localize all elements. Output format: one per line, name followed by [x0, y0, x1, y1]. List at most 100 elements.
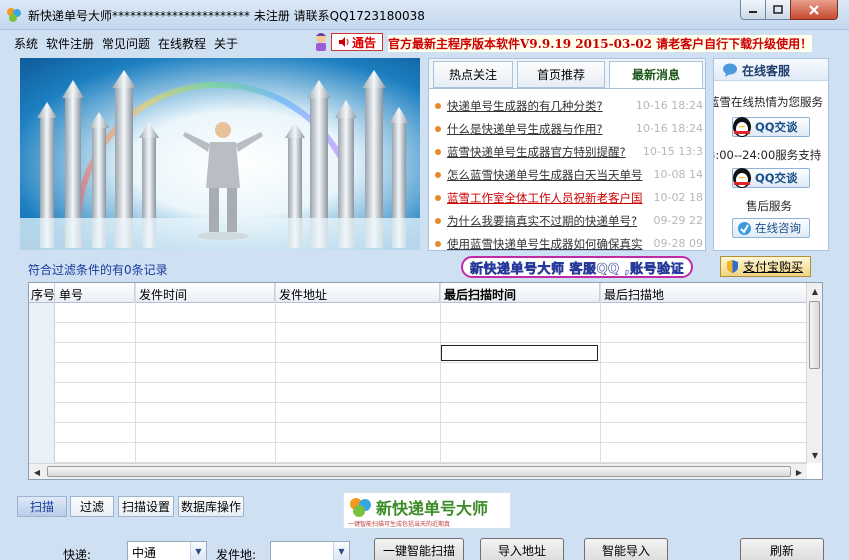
menu-tutorial[interactable]: 在线教程 [158, 35, 206, 52]
courier-select-value: 中通 [132, 546, 157, 560]
news-item[interactable]: 怎么蓝雪快递单号生成器白天当天单号 10-08 14 [433, 167, 705, 185]
column-header-send-time[interactable]: 发件时间 [135, 283, 275, 303]
banner-image [20, 58, 420, 250]
bullet-icon [435, 126, 441, 132]
alipay-buy-button[interactable]: 支付宝购买 [720, 256, 811, 277]
column-divider [135, 283, 136, 463]
row-header[interactable] [29, 303, 55, 323]
chevron-down-icon[interactable]: ▼ [333, 542, 349, 560]
news-title[interactable]: 为什么我要搞真实不过期的快递单号? [447, 214, 637, 228]
column-header-send-address[interactable]: 发件地址 [275, 283, 440, 303]
news-title[interactable]: 怎么蓝雪快递单号生成器白天当天单号 [447, 168, 643, 182]
news-item[interactable]: 使用蓝雪快递单号生成器如何确保真实 09-28 09 [433, 236, 705, 254]
chevron-down-icon[interactable]: ▼ [190, 542, 206, 560]
row-header[interactable] [29, 383, 55, 403]
records-grid[interactable]: 序号 单号 发件时间 发件地址 最后扫描时间 最后扫描地 ▲ ▼ ◀ ▶ [28, 282, 823, 480]
column-header-index[interactable]: 序号 [29, 283, 55, 303]
close-icon [809, 4, 819, 15]
row-header[interactable] [29, 363, 55, 383]
table-row[interactable] [29, 323, 807, 343]
row-header[interactable] [29, 423, 55, 443]
row-header[interactable] [29, 443, 55, 463]
row-header[interactable] [29, 403, 55, 423]
vertical-scrollbar[interactable]: ▲ ▼ [806, 283, 822, 463]
news-date: 10-16 18:24 [633, 99, 703, 112]
column-header-last-scan-time[interactable]: 最后扫描时间 [440, 283, 600, 303]
maximize-button[interactable] [765, 0, 791, 20]
origin-select[interactable]: ▼ [270, 541, 350, 560]
courier-select[interactable]: 中通 ▼ [127, 541, 207, 560]
news-item[interactable]: 蓝雪工作室全体工作人员祝新老客户国 10-02 18 [433, 190, 705, 208]
smart-scan-button[interactable]: 一键智能扫描 [374, 538, 464, 560]
notice-text[interactable]: 官方最新主程序版本软件V9.9.19 2015-03-02 请老客户自行下载升级… [388, 35, 813, 52]
tab-scan[interactable]: 扫描 [17, 496, 67, 517]
qq-penguin-icon [733, 168, 751, 188]
vertical-scroll-thumb[interactable] [809, 301, 820, 369]
bullet-icon [435, 195, 441, 201]
bullet-icon [435, 172, 441, 178]
news-item[interactable]: 快递单号生成器的有几种分类? 10-16 18:24 [433, 98, 705, 116]
maximize-icon [773, 4, 783, 14]
scroll-right-icon[interactable]: ▶ [792, 465, 806, 479]
qq-penguin-icon [733, 117, 751, 137]
logo-mark-icon [350, 498, 371, 517]
table-row[interactable] [29, 343, 807, 363]
news-title[interactable]: 蓝雪工作室全体工作人员祝新老客户国 [447, 191, 643, 205]
close-button[interactable] [790, 0, 838, 20]
menu-faq[interactable]: 常见问题 [102, 35, 150, 52]
row-header[interactable] [29, 323, 55, 343]
news-title[interactable]: 什么是快递单号生成器与作用? [447, 122, 603, 136]
menu-about[interactable]: 关于 [214, 35, 238, 52]
selected-cell[interactable] [441, 345, 598, 361]
qq-chat-label: QQ交谈 [755, 120, 798, 134]
service-hours: 8:00--24:00服务支持 [713, 148, 822, 162]
table-row[interactable] [29, 423, 807, 443]
app-logo-icon [7, 8, 21, 22]
tab-scan-settings[interactable]: 扫描设置 [118, 496, 174, 517]
menu-system[interactable]: 系统 [14, 35, 38, 52]
notice-badge-label: 通告 [351, 35, 376, 50]
smart-import-button[interactable]: 智能导入 [584, 538, 668, 560]
refresh-button[interactable]: 刷新 [740, 538, 824, 560]
table-row[interactable] [29, 443, 807, 463]
speaker-icon [338, 37, 349, 47]
column-header-tracking-number[interactable]: 单号 [55, 283, 135, 303]
scroll-left-icon[interactable]: ◀ [30, 465, 44, 479]
bullet-icon [435, 218, 441, 224]
minimize-button[interactable] [740, 0, 766, 20]
row-header[interactable] [29, 343, 55, 363]
scroll-down-icon[interactable]: ▼ [808, 448, 822, 462]
minimize-icon [749, 10, 757, 13]
import-address-button[interactable]: 导入地址 [480, 538, 564, 560]
tab-database-ops[interactable]: 数据库操作 [178, 496, 244, 517]
news-title[interactable]: 使用蓝雪快递单号生成器如何确保真实 [447, 237, 643, 251]
news-title[interactable]: 快递单号生成器的有几种分类? [447, 99, 603, 113]
column-header-last-scan-place[interactable]: 最后扫描地 [600, 283, 807, 303]
scroll-up-icon[interactable]: ▲ [808, 284, 822, 298]
horizontal-scrollbar[interactable]: ◀ ▶ [29, 463, 807, 479]
table-row[interactable] [29, 403, 807, 423]
news-date: 10-16 18:24 [633, 122, 703, 135]
news-date: 09-29 22 [651, 214, 703, 227]
online-consult-button[interactable]: 在线咨询 [732, 218, 810, 238]
table-row[interactable] [29, 363, 807, 383]
tab-home-recommend[interactable]: 首页推荐 [517, 61, 605, 88]
news-item[interactable]: 什么是快递单号生成器与作用? 10-16 18:24 [433, 121, 705, 139]
tab-filter[interactable]: 过滤 [70, 496, 114, 517]
table-row[interactable] [29, 303, 807, 323]
table-row[interactable] [29, 383, 807, 403]
news-item[interactable]: 蓝雪快递单号生成器官方特别提醒? 10-15 13:3 [433, 144, 705, 162]
horizontal-scroll-thumb[interactable] [47, 466, 791, 477]
customer-service-header: 在线客服 [714, 59, 828, 81]
menu-register[interactable]: 软件注册 [46, 35, 94, 52]
qq-chat-button-2[interactable]: QQ交谈 [732, 168, 810, 188]
tab-latest-news[interactable]: 最新消息 [609, 61, 703, 88]
tab-hot-topics[interactable]: 热点关注 [433, 61, 513, 88]
product-logo: 新快递单号大师 一键智能扫描可生成包括当天的近期真 [343, 492, 511, 529]
news-title[interactable]: 蓝雪快递单号生成器官方特别提醒? [447, 145, 626, 159]
news-item[interactable]: 为什么我要搞真实不过期的快递单号? 09-29 22 [433, 213, 705, 231]
promo-banner-link[interactable]: 新快递单号大师 客服QQ ,账号验证 [461, 256, 693, 278]
window-title: 新快递单号大师*********************** 未注册 请联系QQ… [28, 9, 425, 23]
online-consult-label: 在线咨询 [755, 221, 801, 235]
qq-chat-button-1[interactable]: QQ交谈 [732, 117, 810, 137]
